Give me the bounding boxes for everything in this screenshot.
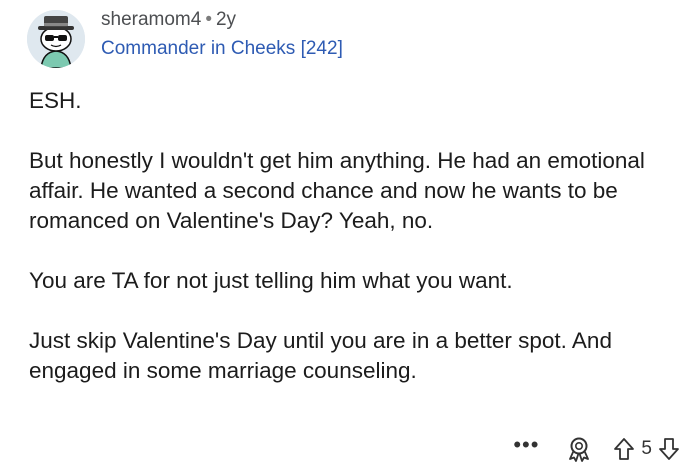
comment-paragraph: Just skip Valentine's Day until you are … (29, 328, 612, 383)
meta-separator: • (205, 9, 212, 30)
more-options-button[interactable]: ••• (513, 434, 539, 458)
comment-paragraph: ESH. (29, 88, 82, 113)
vote-count: 5 (641, 438, 652, 459)
user-flair: Commander in Cheeks [242] (101, 38, 343, 59)
comment-paragraph: But honestly I wouldn't get him anything… (29, 148, 645, 233)
comment-body: ESH. But honestly I wouldn't get him any… (29, 86, 679, 386)
snoo-avatar-icon (27, 10, 85, 68)
downvote-arrow-icon[interactable] (658, 437, 680, 461)
comment: sheramom4 • 2y Commander in Cheeks [242] E… (0, 0, 700, 475)
comment-paragraph: You are TA for not just telling him what… (29, 268, 513, 293)
comment-age: 2y (215, 9, 237, 30)
comment-meta: sheramom4 • 2y (101, 9, 236, 31)
user-avatar[interactable] (27, 10, 85, 68)
username-link[interactable]: sheramom4 (101, 9, 201, 30)
upvote-arrow-icon[interactable] (613, 437, 635, 461)
comment-actions: ••• 5 (513, 434, 680, 464)
award-icon[interactable] (567, 436, 591, 462)
